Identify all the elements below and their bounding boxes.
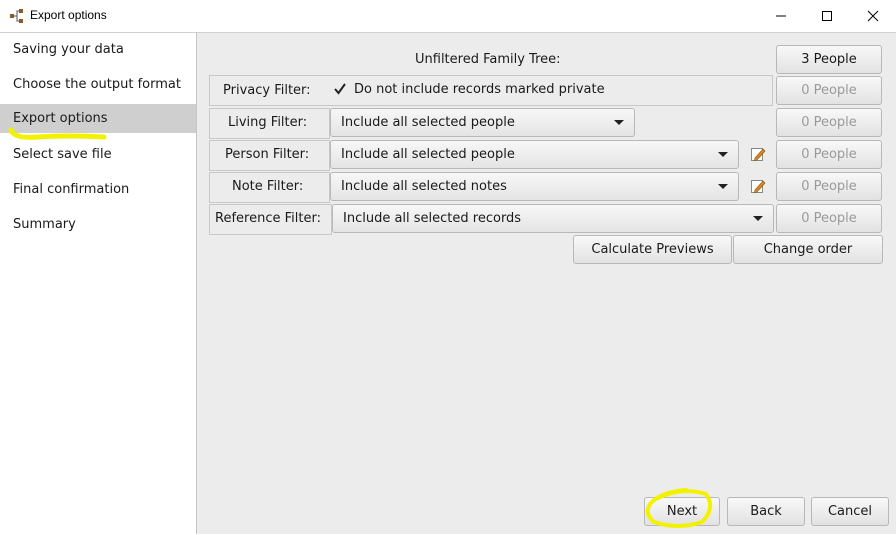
maximize-button[interactable] [804,0,850,32]
unfiltered-label: Unfiltered Family Tree: [415,52,561,67]
person-count-button[interactable]: 0 People [776,140,882,169]
export-options-panel: Unfiltered Family Tree: 3 People Privacy… [197,32,896,534]
maximize-icon [822,11,832,21]
family-tree-app-icon [10,9,23,23]
chevron-down-icon [718,152,728,157]
note-filter-value: Include all selected notes [341,179,507,194]
chevron-down-icon [718,184,728,189]
living-filter-dropdown[interactable]: Include all selected people [330,108,635,137]
living-filter-label: Living Filter: [228,115,308,130]
chevron-down-icon [614,120,624,125]
unfiltered-count-button[interactable]: 3 People [776,45,882,74]
close-button[interactable] [850,0,896,32]
person-filter-value: Include all selected people [341,147,515,162]
highlight-underline-mark [8,127,107,140]
reference-filter-dropdown[interactable]: Include all selected records [332,204,774,233]
step-summary[interactable]: Summary [0,210,196,239]
person-filter-dropdown[interactable]: Include all selected people [330,140,739,169]
edit-note-filter-icon[interactable] [750,178,766,194]
window-title: Export options [30,8,107,22]
edit-person-filter-icon[interactable] [750,146,766,162]
reference-count-button[interactable]: 0 People [776,204,882,233]
wizard-step-sidebar: Saving your data Choose the output forma… [0,32,197,534]
note-filter-dropdown[interactable]: Include all selected notes [330,172,739,201]
chevron-down-icon [753,216,763,221]
minimize-icon [776,15,786,17]
step-final-confirmation[interactable]: Final confirmation [0,175,196,204]
close-icon [867,10,879,22]
privacy-checkbox[interactable] [333,82,347,96]
reference-filter-label: Reference Filter: [215,211,321,226]
note-count-button[interactable]: 0 People [776,172,882,201]
step-select-save-file[interactable]: Select save file [0,140,196,169]
privacy-filter-label: Privacy Filter: [223,83,311,98]
person-filter-label: Person Filter: [225,147,310,162]
living-count-button[interactable]: 0 People [776,108,882,137]
cancel-button[interactable]: Cancel [811,497,889,526]
privacy-count-button[interactable]: 0 People [776,76,882,105]
step-choose-output-format[interactable]: Choose the output format [0,70,196,99]
highlight-circle-mark [645,488,713,528]
note-filter-label: Note Filter: [232,179,304,194]
minimize-button[interactable] [758,0,804,32]
reference-filter-value: Include all selected records [343,211,522,226]
privacy-checkbox-label[interactable]: Do not include records marked private [354,82,605,97]
back-button[interactable]: Back [727,497,805,526]
change-order-button[interactable]: Change order [733,235,883,264]
living-filter-value: Include all selected people [341,115,515,130]
calculate-previews-button[interactable]: Calculate Previews [573,235,732,264]
title-bar: Export options [0,0,896,32]
step-saving-your-data[interactable]: Saving your data [0,35,196,64]
